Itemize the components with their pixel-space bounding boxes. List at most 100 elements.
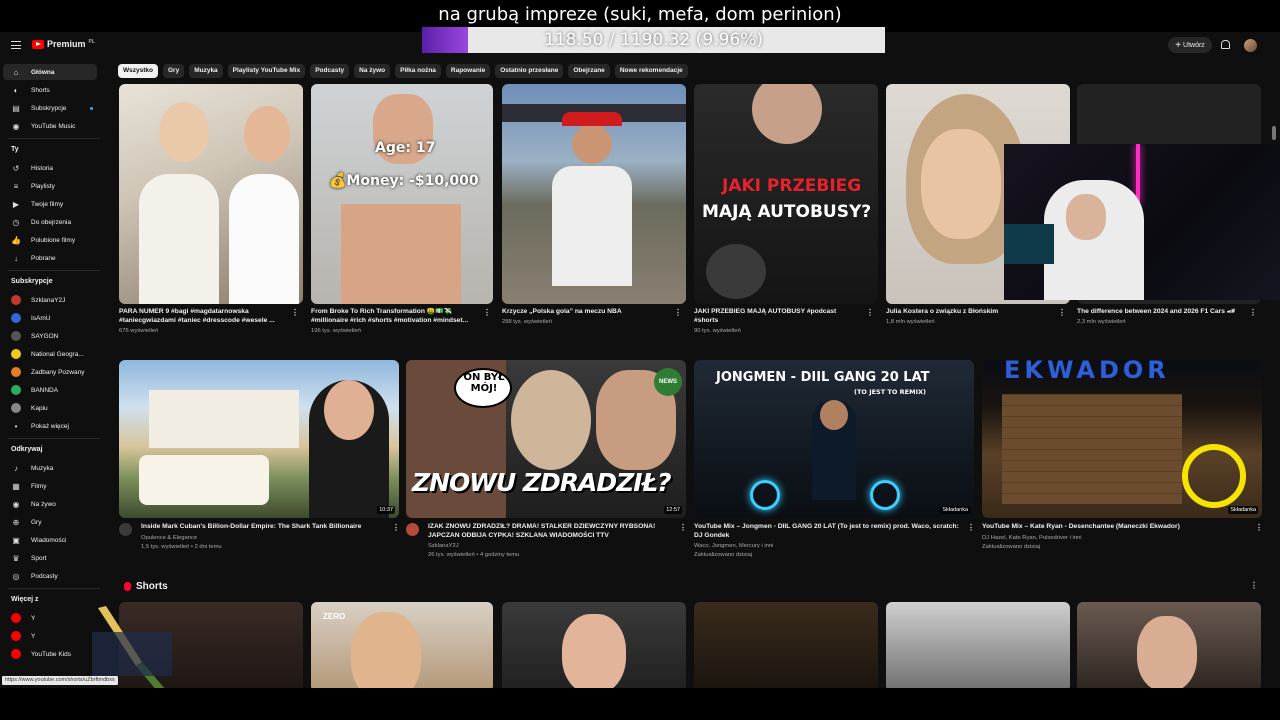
sidebar-item[interactable]: ▦ Filmy <box>3 478 97 494</box>
scrollbar[interactable] <box>1272 126 1276 140</box>
video-thumbnail[interactable]: ON BYŁ MÓJ! ZNOWU ZDRADZIŁ? NEWS 12:57 <box>406 360 686 518</box>
sidebar-item[interactable]: ⌂ Główna <box>3 64 97 80</box>
sidebar-item[interactable]: • Pokaż więcej <box>3 418 97 434</box>
short-thumbnail[interactable]: ZERO <box>311 602 493 688</box>
more-options-icon[interactable]: ⋮ <box>291 308 299 317</box>
sidebar-item[interactable]: ◐ Shorts <box>3 82 97 98</box>
sidebar-item[interactable]: ◉ Na żywo <box>3 496 97 512</box>
thumbnail-caption: JONGMEN - DIIL GANG 20 LAT <box>716 370 930 385</box>
sidebar-item[interactable]: YouTube Kids <box>3 646 97 662</box>
filter-chip[interactable]: Piłka nożna <box>395 64 441 78</box>
filter-chip[interactable]: Ostatnio przesłane <box>495 64 564 78</box>
more-options-icon[interactable]: ⋮ <box>1255 523 1263 532</box>
filter-chip[interactable]: Wszystko <box>118 64 158 78</box>
sidebar-item[interactable]: ↓ Pobrane <box>3 250 97 266</box>
video-title[interactable]: From Broke To Rich Transformation 🤑💵💸 #m… <box>311 308 479 325</box>
more-options-icon[interactable]: ⋮ <box>866 308 874 317</box>
sidebar-item[interactable]: ▶ Twoje filmy <box>3 196 97 212</box>
sidebar-item[interactable]: ▤ Subskrypcje <box>3 100 97 116</box>
video-title[interactable]: Krzycze „Polska gola” na meczu NBA <box>502 308 670 317</box>
sidebar-item[interactable]: ◉ YouTube Music <box>3 118 97 134</box>
more-options-icon[interactable]: ⋮ <box>674 308 682 317</box>
sidebar-item-label: Playlisty <box>31 182 55 190</box>
more-options-icon[interactable]: ⋮ <box>392 523 400 532</box>
video-title[interactable]: YouTube Mix – Kate Ryan - Desenchantee (… <box>982 523 1250 532</box>
short-thumbnail[interactable] <box>694 602 878 688</box>
filter-chip[interactable]: Obejrzane <box>568 64 610 78</box>
video-title[interactable]: Julia Kostera o związku z Błońskim <box>886 308 1054 317</box>
sidebar-item[interactable]: ≡ Playlisty <box>3 178 97 194</box>
video-meta: Zaktualizowano dzisiaj <box>694 552 752 558</box>
sidebar-item[interactable]: ♛ Sport <box>3 550 97 566</box>
short-thumbnail[interactable] <box>886 602 1070 688</box>
sidebar-item[interactable]: Y <box>3 610 97 626</box>
channel-name[interactable]: Opulence & Elegance <box>141 534 197 542</box>
video-thumbnail[interactable] <box>119 84 303 304</box>
sidebar-item-label: Główna <box>31 68 55 76</box>
video-title[interactable]: IZAK ZNOWU ZDRADZIŁ? DRAMA! STALKER DZIE… <box>428 523 674 540</box>
section-more[interactable]: Więcej z <box>11 596 39 603</box>
sidebar-item[interactable]: Y <box>3 628 97 644</box>
filter-chip[interactable]: Playlisty YouTube Mix <box>227 64 306 78</box>
sidebar-item[interactable]: SzklanaY2J <box>3 292 97 308</box>
new-content-dot <box>90 106 93 110</box>
section-subscriptions[interactable]: Subskrypcje <box>11 278 53 285</box>
filter-chip[interactable]: Nowe rekomendacje <box>614 64 688 78</box>
sidebar-item-label: Filmy <box>31 482 47 490</box>
video-thumbnail[interactable] <box>502 84 686 304</box>
sidebar-item[interactable]: Zadbany Pozwany <box>3 364 97 380</box>
filter-chip[interactable]: Na żywo <box>354 64 391 78</box>
create-button[interactable]: + Utwórz <box>1168 37 1212 53</box>
channel-name[interactable]: DJ Hazel, Kate Ryan, Pulsedriver i inni <box>982 534 1082 542</box>
mansion <box>149 390 299 448</box>
video-title[interactable]: Inside Mark Cuban's Billion-Dollar Empir… <box>141 523 387 532</box>
video-title[interactable]: JAKI PRZEBIEG MAJĄ AUTOBUSY #podcast #sh… <box>694 308 862 325</box>
sidebar-item[interactable]: Kapiu <box>3 400 97 416</box>
sidebar-item[interactable]: ♪ Muzyka <box>3 460 97 476</box>
video-thumbnail[interactable]: Age: 17 💰Money: -$10,000 <box>311 84 493 304</box>
sidebar-item[interactable]: ↺ Historia <box>3 160 97 176</box>
channel-avatar[interactable] <box>406 523 419 536</box>
sidebar-item[interactable]: IsAmU <box>3 310 97 326</box>
sidebar-item[interactable]: National Geogra... <box>3 346 97 362</box>
channel-name[interactable]: SzklanaY2J <box>428 542 459 550</box>
sidebar-item[interactable]: ◎ Podcasty <box>3 568 97 584</box>
sidebar-item[interactable]: SAYGON <box>3 328 97 344</box>
more-options-icon[interactable]: ⋮ <box>967 523 975 532</box>
account-avatar[interactable] <box>1244 39 1257 52</box>
more-options-icon[interactable]: ⋮ <box>483 308 491 317</box>
sidebar-item[interactable]: ⊕ Gry <box>3 514 97 530</box>
channel-avatar[interactable] <box>119 523 132 536</box>
short-thumbnail[interactable] <box>1077 602 1261 688</box>
more-options-icon[interactable]: ⋮ <box>1250 581 1258 590</box>
sidebar-item[interactable]: 👍 Polubione filmy <box>3 232 97 248</box>
filter-chip[interactable]: Gry <box>162 64 185 78</box>
video-thumbnail[interactable]: JAKI PRZEBIEG MAJĄ AUTOBUSY? <box>694 84 878 304</box>
video-title[interactable]: PARA NUMER 9 #bagi #magdatarnowska #tani… <box>119 308 287 325</box>
filter-chip[interactable]: Muzyka <box>189 64 223 78</box>
sidebar-item[interactable]: ▣ Wiadomości <box>3 532 97 548</box>
video-thumbnail[interactable]: 10:37 <box>119 360 399 518</box>
zero-logo-icon: ZERO <box>323 612 346 621</box>
youtube-logo[interactable]: Premium PL <box>32 39 95 49</box>
channel-avatar <box>11 385 21 395</box>
filter-chip[interactable]: Rapowanie <box>445 64 491 78</box>
video-title[interactable]: The difference between 2024 and 2026 F1 … <box>1077 308 1245 317</box>
video-thumbnail[interactable]: JONGMEN - DIIL GANG 20 LAT (TO JEST TO R… <box>694 360 974 518</box>
menu-icon[interactable] <box>11 41 21 49</box>
channel-avatar <box>11 331 21 341</box>
filter-chip[interactable]: Podcasty <box>310 64 350 78</box>
section-explore[interactable]: Odkrywaj <box>11 446 43 453</box>
short-thumbnail[interactable] <box>502 602 686 688</box>
more-options-icon[interactable]: ⋮ <box>679 523 687 532</box>
video-thumbnail[interactable]: EKWADOR Składanka <box>982 360 1262 518</box>
more-options-icon[interactable]: ⋮ <box>1058 308 1066 317</box>
channel-name[interactable]: Waco, Jongmen, Mercury i inni <box>694 542 773 550</box>
sidebar-item[interactable]: ◷ Do obejrzenia <box>3 214 97 230</box>
notifications-bell-icon[interactable] <box>1221 40 1230 49</box>
video-title[interactable]: YouTube Mix – Jongmen - DIIL GANG 20 LAT… <box>694 523 962 540</box>
section-you[interactable]: Ty <box>11 146 19 153</box>
sidebar-item[interactable]: BANNDA <box>3 382 97 398</box>
person-face <box>159 102 209 162</box>
more-options-icon[interactable]: ⋮ <box>1249 308 1257 317</box>
